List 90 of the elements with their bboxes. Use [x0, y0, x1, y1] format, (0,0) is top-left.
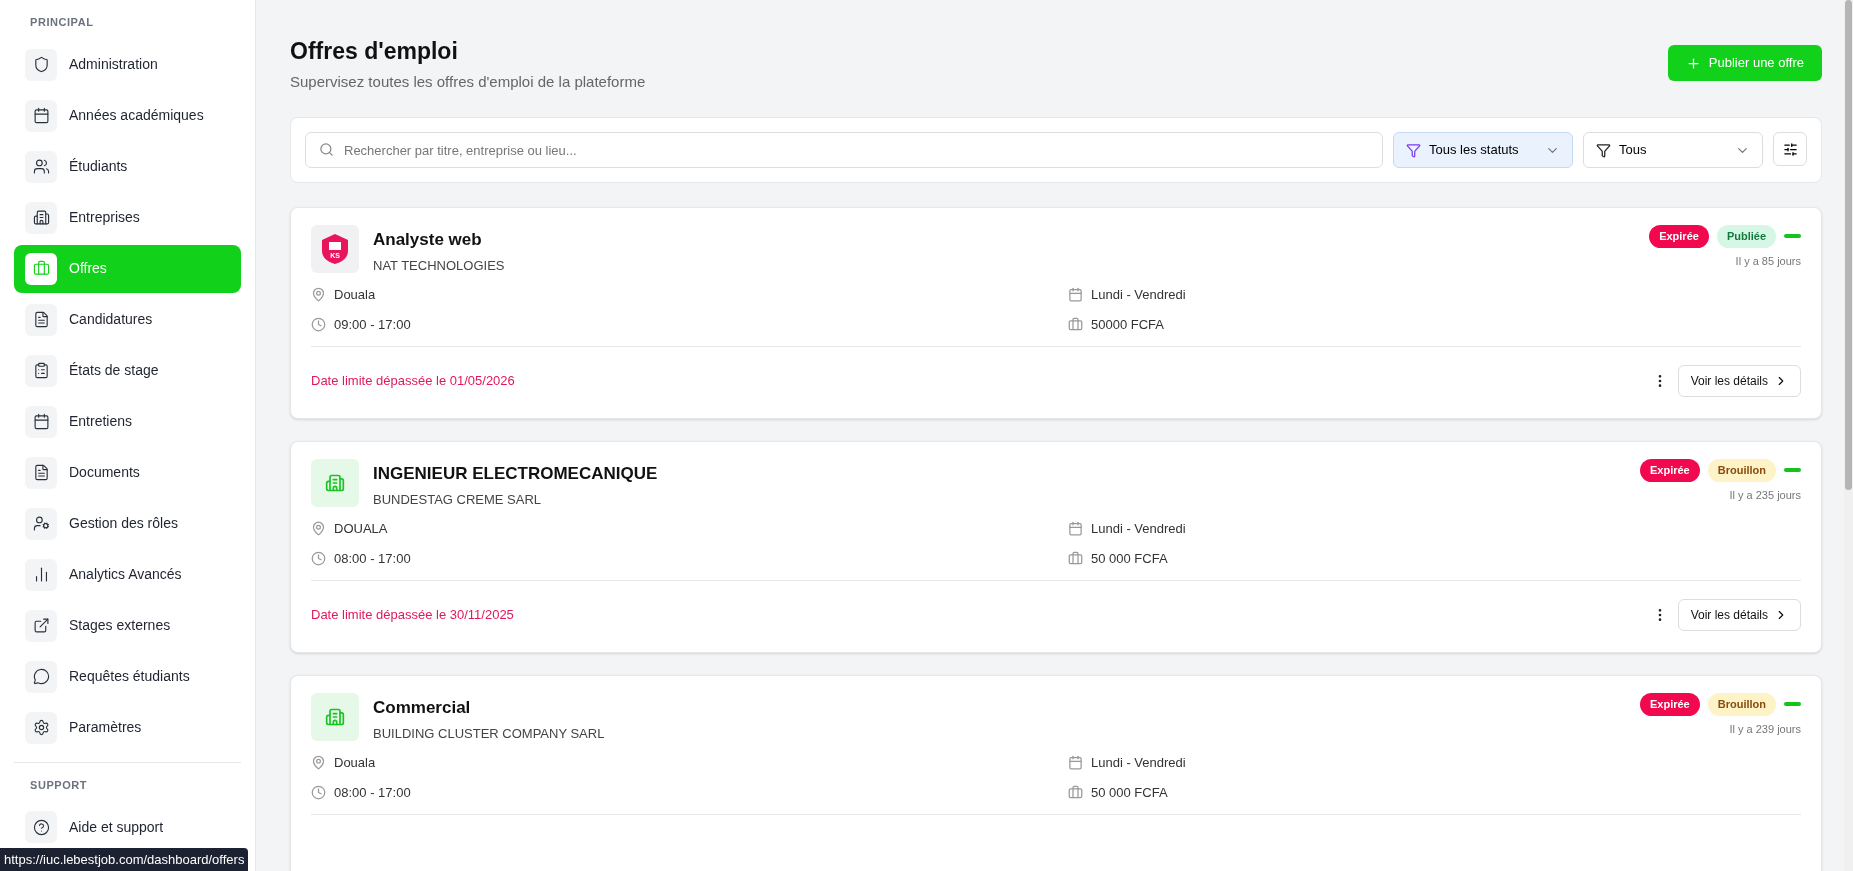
- map-pin-icon: [311, 755, 326, 771]
- status-bar-indicator: [1784, 468, 1801, 473]
- settings-icon: [32, 719, 50, 736]
- status-badge: Brouillon: [1707, 693, 1776, 716]
- sidebar-item[interactable]: Paramètres: [14, 703, 241, 752]
- document-icon: [32, 311, 50, 328]
- speech-bubble-icon: [32, 668, 50, 685]
- posted-age: Il y a 239 jours: [1729, 721, 1801, 737]
- map-pin-icon: [311, 521, 326, 537]
- status-badge: Expirée: [1649, 225, 1709, 248]
- sidebar-item[interactable]: Années académiques: [14, 91, 241, 140]
- sidebar-item[interactable]: Candidatures: [14, 295, 241, 344]
- company-name: BUNDESTAG CREME SARL: [373, 490, 543, 509]
- help-icon: [32, 818, 50, 836]
- offer-title: Analyste web: [373, 229, 483, 251]
- shield-logo-icon: [320, 233, 350, 265]
- sliders-icon: [1782, 141, 1798, 157]
- view-details-button[interactable]: Voir les détails: [1677, 365, 1801, 397]
- search-icon: [319, 142, 334, 157]
- posted-age: Il y a 85 jours: [1735, 253, 1801, 269]
- clock-icon: [311, 316, 326, 332]
- building-icon: [32, 209, 50, 226]
- offer-days: Lundi - Vendredi: [1091, 519, 1186, 539]
- page-title: Offres d'emploi: [290, 37, 459, 66]
- document-icon: [32, 464, 50, 481]
- shield-icon: [32, 56, 50, 73]
- offer-hours: 08:00 - 17:00: [334, 549, 411, 568]
- building-icon: [325, 473, 345, 493]
- offer-location: Douala: [334, 754, 376, 772]
- offer-title: INGENIEUR ELECTROMECANIQUE: [373, 463, 658, 485]
- calendar-icon: [1068, 287, 1083, 303]
- offer-salary: 50000 FCFA: [1091, 315, 1164, 334]
- calendar-icon: [32, 413, 50, 430]
- link-url-tooltip: https://iuc.lebestjob.com/dashboard/offers: [0, 847, 249, 871]
- plus-icon: [1685, 55, 1701, 71]
- sidebar-item[interactable]: Analytics Avancés: [14, 550, 241, 599]
- page-subtitle: Supervisez toutes les offres d'emploi de la plateforme: [290, 71, 646, 92]
- sidebar-item[interactable]: Entreprises: [14, 193, 241, 242]
- briefcase-icon: [1068, 550, 1083, 566]
- calendar-icon: [32, 107, 50, 124]
- external-link-icon: [32, 617, 50, 634]
- filter-dropdown[interactable]: Tous: [1583, 132, 1763, 168]
- offer-location: DOUALA: [334, 520, 388, 538]
- sidebar-item[interactable]: Gestion des rôles: [14, 499, 241, 548]
- sidebar-item[interactable]: Requêtes étudiants: [14, 652, 241, 701]
- view-details-button[interactable]: Voir les détails: [1677, 599, 1801, 631]
- users-icon: [32, 158, 50, 175]
- calendar-icon: [1068, 521, 1083, 537]
- company-name: NAT TECHNOLOGIES: [373, 256, 505, 275]
- status-badge: Publiée: [1716, 225, 1776, 248]
- deadline-text: Date limite dépassée le 01/05/2026: [311, 372, 515, 391]
- offer-location: Douala: [334, 286, 376, 304]
- company-name: BUILDING CLUSTER COMPANY SARL: [373, 724, 605, 743]
- sidebar-item[interactable]: Stages externes: [14, 601, 241, 650]
- offer-days: Lundi - Vendredi: [1091, 753, 1186, 773]
- search-field[interactable]: Rechercher par titre, entreprise ou lieu...: [305, 132, 1383, 168]
- user-gear-icon: [32, 515, 50, 532]
- offer-title: Commercial: [373, 697, 472, 719]
- building-icon: [325, 707, 345, 727]
- map-pin-icon: [311, 287, 326, 303]
- offer-salary: 50 000 FCFA: [1091, 549, 1168, 568]
- sidebar-item[interactable]: Documents: [14, 448, 241, 497]
- calendar-icon: [1068, 755, 1083, 771]
- offer-hours: 08:00 - 17:00: [334, 783, 411, 802]
- offer-hours: 09:00 - 17:00: [334, 315, 411, 334]
- status-badge: Expirée: [1639, 693, 1700, 716]
- sidebar-item[interactable]: États de stage: [14, 346, 241, 395]
- advanced-filters-button[interactable]: [1773, 132, 1807, 166]
- status-bar-indicator: [1784, 234, 1801, 239]
- offer-days: Lundi - Vendredi: [1091, 285, 1186, 305]
- clipboard-icon: [32, 362, 50, 379]
- status-badge: Brouillon: [1707, 459, 1776, 482]
- sidebar-item[interactable]: Administration: [14, 40, 241, 89]
- clock-icon: [311, 784, 326, 800]
- sidebar-item[interactable]: Entretiens: [14, 397, 241, 446]
- status-badge: Expirée: [1639, 459, 1700, 482]
- offer-salary: 50 000 FCFA: [1091, 783, 1168, 802]
- deadline-text: Date limite dépassée le 30/11/2025: [311, 606, 514, 625]
- filter-icon: [1596, 142, 1611, 158]
- briefcase-icon: [1068, 784, 1083, 800]
- section-heading: PRINCIPAL: [29, 15, 95, 30]
- filter-dropdown[interactable]: Tous les statuts: [1393, 132, 1573, 168]
- briefcase-icon: [1068, 316, 1083, 332]
- section-heading: SUPPORT: [29, 777, 89, 793]
- status-bar-indicator: [1784, 702, 1801, 707]
- filter-icon: [1406, 142, 1421, 158]
- sidebar-item[interactable]: Étudiants: [14, 142, 241, 191]
- clock-icon: [311, 550, 326, 566]
- briefcase-icon: [32, 260, 50, 277]
- posted-age: Il y a 235 jours: [1729, 487, 1801, 503]
